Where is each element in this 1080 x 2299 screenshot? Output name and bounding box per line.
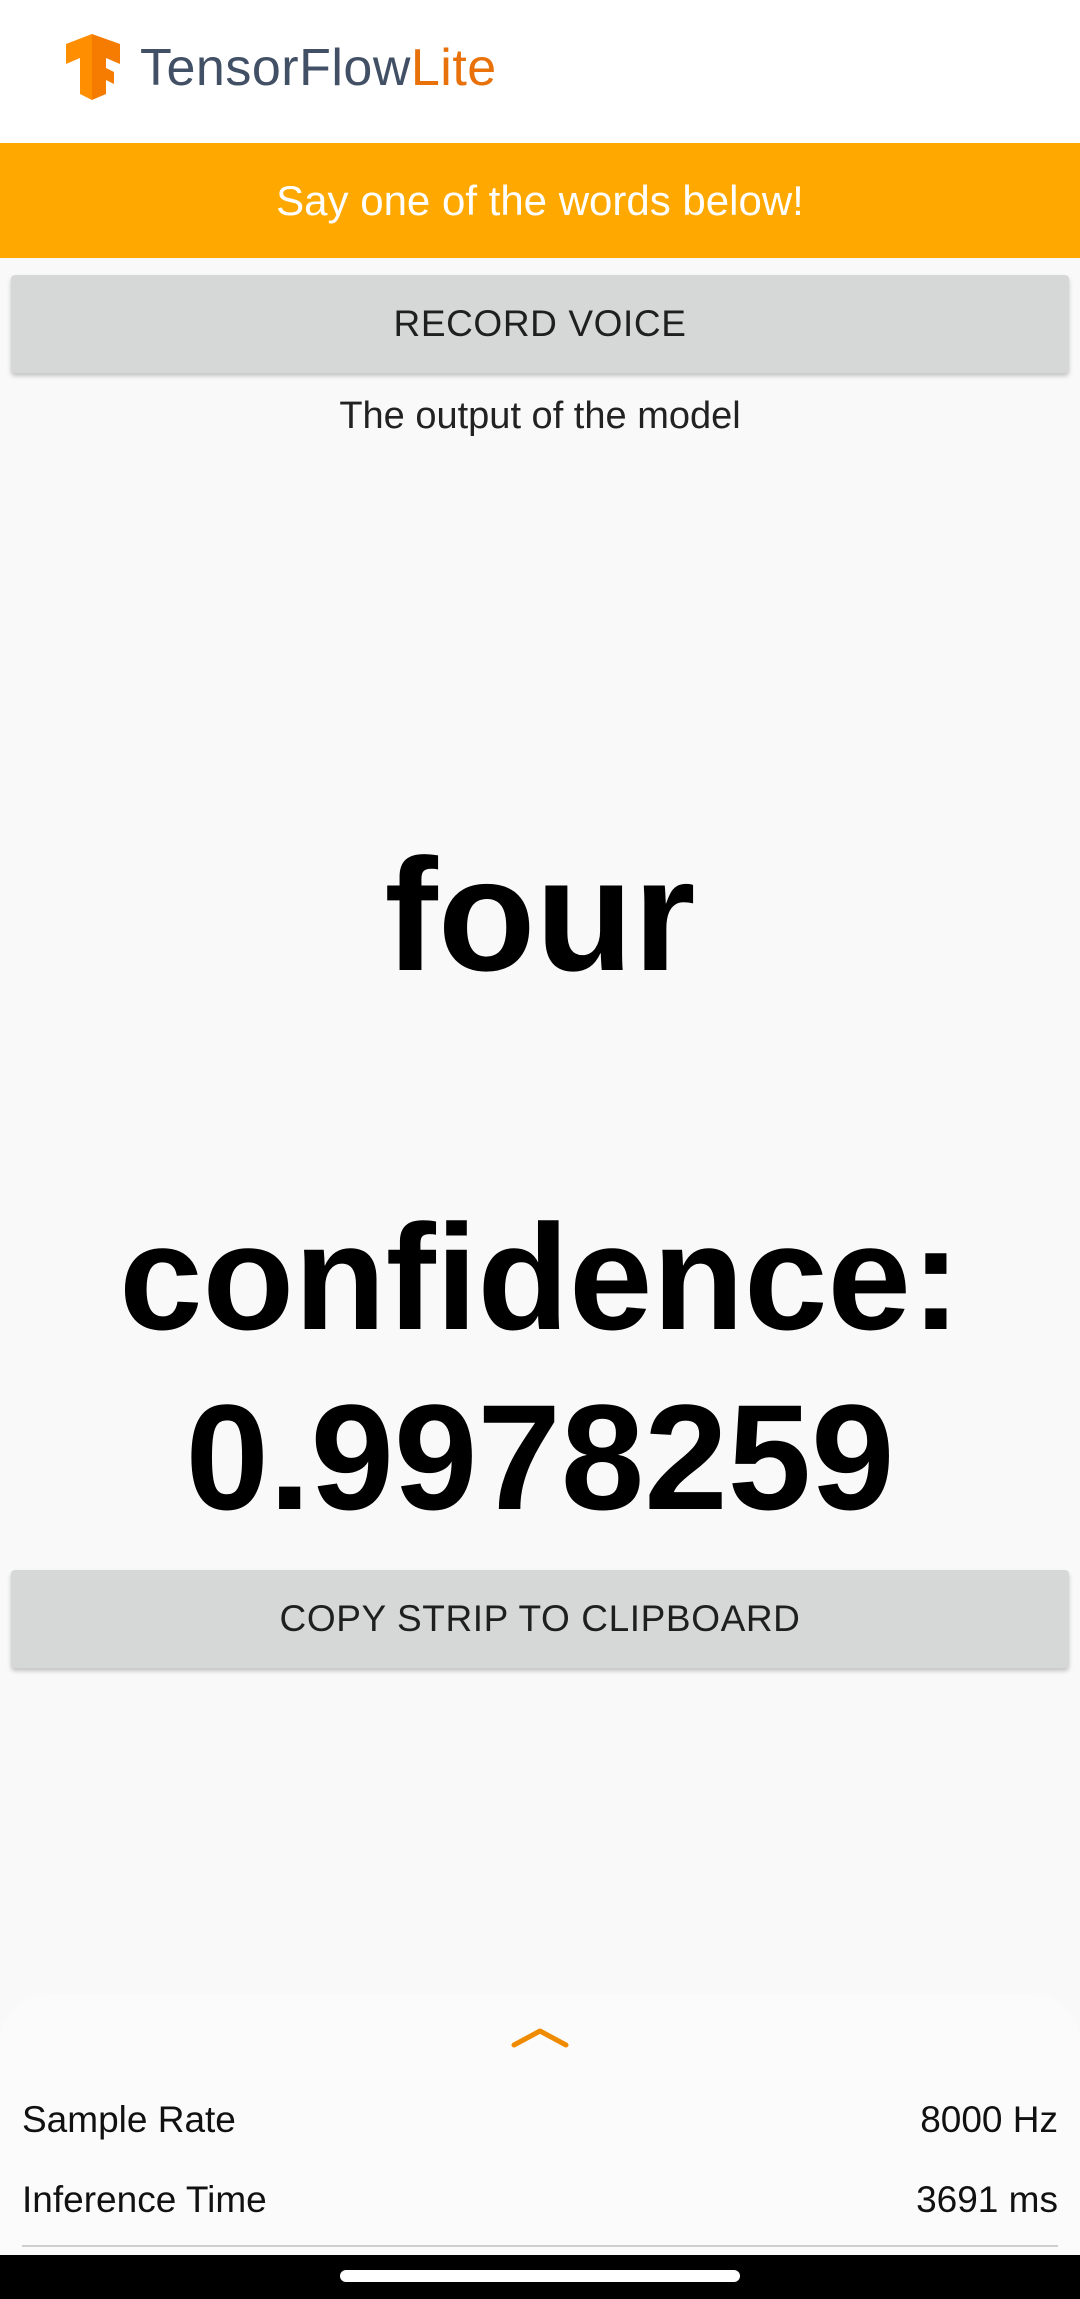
system-nav-bar	[0, 2255, 1080, 2299]
app-logo-text: TensorFlowLite	[140, 36, 497, 100]
model-output-caption: The output of the model	[339, 395, 741, 437]
sample-rate-label: Sample Rate	[22, 2099, 236, 2140]
instruction-banner: Say one of the words below!	[0, 143, 1080, 258]
logo-text-primary: TensorFlow	[140, 39, 411, 97]
bottom-sheet: Sample Rate 8000 Hz Inference Time 3691 …	[0, 1995, 1080, 2255]
home-indicator[interactable]	[340, 2270, 740, 2282]
divider	[22, 2245, 1058, 2247]
tensorflow-logo-icon	[66, 34, 120, 100]
predicted-word: four	[384, 825, 696, 1004]
record-voice-button[interactable]: RECORD VOICE	[11, 275, 1069, 373]
inference-time-label: Inference Time	[22, 2179, 267, 2220]
app-header: TensorFlowLite	[0, 0, 1080, 143]
sample-rate-value: 8000 Hz	[920, 2099, 1058, 2140]
confidence-value: 0.9978259	[185, 1373, 895, 1541]
copy-strip-button[interactable]: COPY STRIP TO CLIPBOARD	[11, 1570, 1069, 1668]
chevron-up-icon[interactable]	[510, 2025, 570, 2051]
inference-time-value: 3691 ms	[916, 2179, 1058, 2220]
logo-text-accent: Lite	[410, 39, 497, 97]
inference-time-row: Inference Time 3691 ms	[22, 2170, 1058, 2230]
sample-rate-row: Sample Rate 8000 Hz	[22, 2090, 1058, 2150]
confidence-label: confidence:	[119, 1193, 961, 1361]
